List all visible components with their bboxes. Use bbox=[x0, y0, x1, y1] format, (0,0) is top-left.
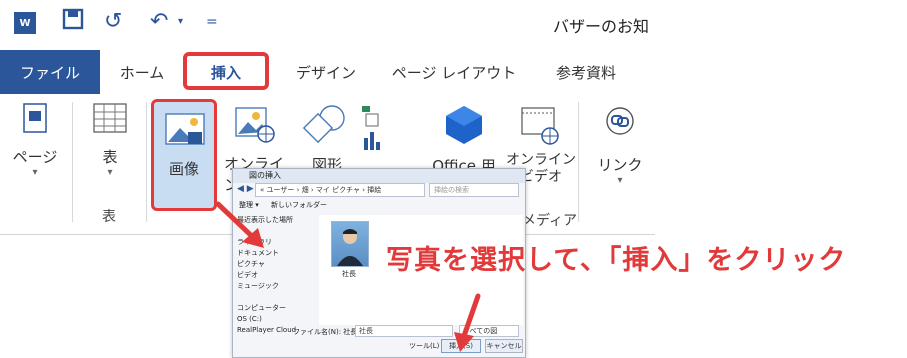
picture-button[interactable]: 画像 bbox=[151, 99, 217, 211]
table-icon bbox=[93, 103, 127, 133]
dialog-toolbar: 整理 ▾ 新しいフォルダー bbox=[233, 198, 525, 212]
nav-item[interactable]: ビデオ bbox=[237, 270, 317, 281]
cancel-button[interactable]: キャンセル bbox=[485, 339, 523, 353]
nav-item[interactable]: ピクチャ bbox=[237, 259, 317, 270]
picture-icon bbox=[165, 113, 205, 145]
links-label: リンク bbox=[597, 156, 643, 174]
page-icon bbox=[23, 103, 47, 133]
chevron-down-icon: ▾ bbox=[107, 167, 113, 178]
ribbon-tabs: ファイル ホーム 挿入 デザイン ページ レイアウト 参考資料 bbox=[0, 50, 655, 95]
smartart-chart-icons[interactable] bbox=[360, 104, 384, 158]
table-group-label: 表 bbox=[102, 209, 116, 225]
undo-icon[interactable]: ↶ bbox=[150, 8, 168, 36]
tab-references[interactable]: 参考資料 bbox=[538, 50, 634, 94]
table-label: 表 bbox=[102, 148, 118, 166]
customize-qat-icon[interactable]: = bbox=[206, 14, 218, 30]
back-forward-icon[interactable]: ◀ ▶ bbox=[237, 184, 254, 194]
online-picture-icon bbox=[235, 107, 275, 143]
document-title: バザーのお知 bbox=[553, 17, 650, 36]
tab-design[interactable]: デザイン bbox=[282, 50, 370, 94]
instruction-text: 写真を選択して、「挿入」をクリック bbox=[386, 245, 847, 276]
chevron-down-icon: ▾ bbox=[32, 167, 38, 178]
online-video-icon bbox=[521, 107, 559, 145]
tools-menu[interactable]: ツール(L) ▾ bbox=[409, 341, 445, 351]
table-button[interactable]: 表 ▾ bbox=[80, 102, 140, 178]
tab-file[interactable]: ファイル bbox=[0, 50, 100, 94]
nav-item bbox=[237, 292, 317, 303]
office-addins-button[interactable]: Office 用 bbox=[414, 104, 514, 176]
picture-label: 画像 bbox=[168, 160, 199, 178]
arrow-to-insert-icon bbox=[454, 293, 481, 352]
nav-item[interactable]: コンピューター bbox=[237, 303, 317, 314]
search-input[interactable]: 挿絵の検索 bbox=[429, 183, 519, 197]
tab-page-layout[interactable]: ページ レイアウト bbox=[386, 50, 522, 94]
ribbon-separator bbox=[146, 102, 147, 222]
dialog-title: 図の挿入 bbox=[233, 169, 525, 183]
filename-label: ファイル名(N): 社長 bbox=[293, 328, 358, 336]
office-addin-icon bbox=[446, 106, 482, 144]
undo-dropdown-icon[interactable]: ▾ bbox=[178, 16, 183, 27]
quick-access-toolbar: W ↺ ↶ ▾ = バザーのお知 bbox=[0, 0, 655, 44]
arrow-to-dialog-icon bbox=[215, 201, 264, 248]
address-bar[interactable]: « ユーザー › 畑 › マイ ピクチャ › 挿絵 bbox=[255, 183, 425, 197]
links-button[interactable]: リンク ▾ bbox=[590, 104, 650, 186]
media-group-label: メディア bbox=[522, 213, 578, 229]
chevron-down-icon: ▾ bbox=[617, 175, 623, 186]
insert-tab-highlight bbox=[183, 52, 269, 90]
thumbnail-label: 社長 bbox=[342, 270, 356, 278]
ribbon-separator bbox=[578, 102, 579, 222]
nav-item[interactable]: ミュージック bbox=[237, 281, 317, 292]
nav-item[interactable]: OS (C:) bbox=[237, 314, 317, 325]
save-icon[interactable] bbox=[62, 8, 84, 38]
new-folder-button[interactable]: 新しいフォルダー bbox=[271, 201, 327, 209]
tab-home[interactable]: ホーム bbox=[108, 50, 176, 94]
pages-button[interactable]: ページ ▾ bbox=[8, 102, 62, 178]
shapes-icon bbox=[302, 105, 345, 144]
link-icon bbox=[606, 107, 634, 135]
filename-input[interactable]: 社長 bbox=[355, 325, 453, 337]
shapes-button[interactable]: 図形 bbox=[294, 104, 360, 175]
photo-thumbnail[interactable] bbox=[331, 221, 369, 267]
word-app-icon[interactable]: W bbox=[14, 12, 36, 34]
pages-label: ページ bbox=[12, 148, 58, 166]
repeat-icon[interactable]: ↺ bbox=[104, 8, 122, 36]
ribbon-separator bbox=[72, 102, 73, 222]
